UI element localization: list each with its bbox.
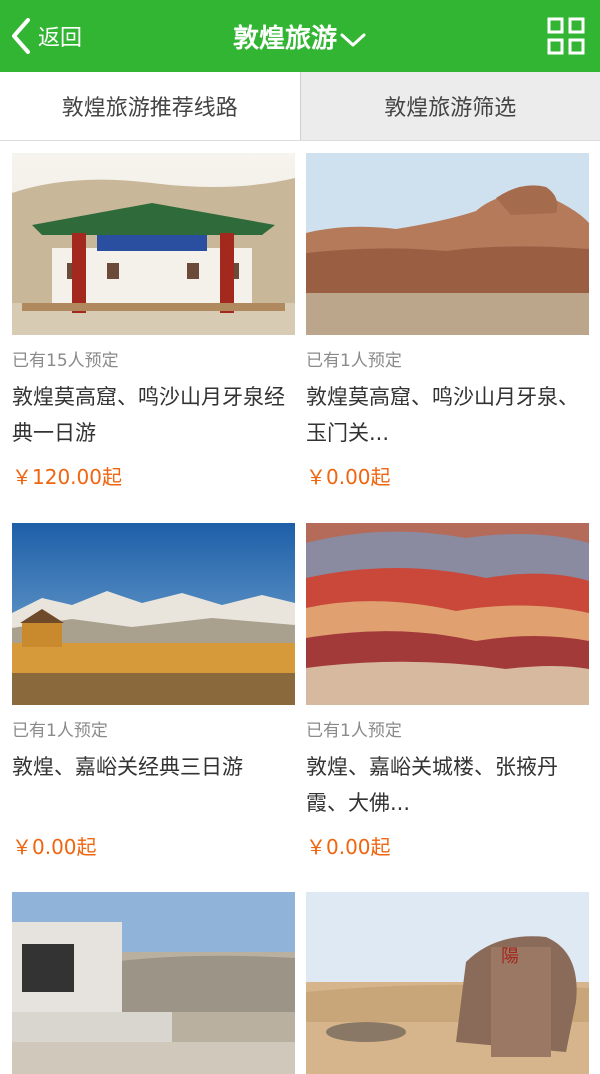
tab-recommended-routes[interactable]: 敦煌旅游推荐线路 [0, 72, 300, 140]
booked-count: 已有1人预定 [12, 721, 295, 741]
product-image [306, 523, 589, 705]
booked-count: 已有1人预定 [306, 721, 589, 741]
back-label: 返回 [38, 20, 82, 52]
product-image [306, 153, 589, 335]
product-image: 陽 [306, 892, 589, 1074]
tab-bar: 敦煌旅游推荐线路 敦煌旅游筛选 [0, 72, 600, 141]
product-price: ￥0.00起 [306, 465, 589, 489]
product-card[interactable]: 已有1人预定 敦煌、嘉峪关经典三日游 ￥0.00起 [12, 523, 295, 859]
product-image [12, 523, 295, 705]
product-price: ￥120.00起 [12, 465, 295, 489]
booked-count: 已有1人预定 [306, 351, 589, 371]
top-bar: 返回 敦煌旅游 [0, 0, 600, 72]
product-image [12, 892, 295, 1074]
product-name[interactable]: 敦煌、嘉峪关城楼、张掖丹霞、大佛... [306, 749, 589, 821]
grid-icon[interactable] [546, 16, 586, 56]
back-button[interactable]: 返回 [8, 14, 98, 58]
product-name[interactable]: 敦煌、嘉峪关经典三日游 [12, 749, 295, 821]
product-price: ￥0.00起 [306, 835, 589, 859]
chevron-down-icon [339, 30, 367, 50]
product-card[interactable]: 已有1人预定 敦煌、嘉峪关城楼、张掖丹霞、大佛... ￥0.00起 [306, 523, 589, 859]
city-title-dropdown[interactable]: 敦煌旅游 [200, 14, 400, 58]
product-name[interactable]: 敦煌莫高窟、鸣沙山月牙泉、玉门关... [306, 379, 589, 451]
chevron-left-icon [8, 16, 34, 56]
product-card[interactable] [12, 892, 295, 1074]
svg-text:陽: 陽 [501, 946, 519, 967]
booked-count: 已有15人预定 [12, 351, 295, 371]
product-card[interactable]: 已有15人预定 敦煌莫高窟、鸣沙山月牙泉经典一日游 ￥120.00起 [12, 153, 295, 489]
product-card[interactable]: 陽 [306, 892, 589, 1074]
page-title: 敦煌旅游 [233, 18, 337, 55]
tab-filter[interactable]: 敦煌旅游筛选 [300, 72, 600, 140]
product-name[interactable]: 敦煌莫高窟、鸣沙山月牙泉经典一日游 [12, 379, 295, 451]
product-card[interactable]: 已有1人预定 敦煌莫高窟、鸣沙山月牙泉、玉门关... ￥0.00起 [306, 153, 589, 489]
product-price: ￥0.00起 [12, 835, 295, 859]
product-image [12, 153, 295, 335]
